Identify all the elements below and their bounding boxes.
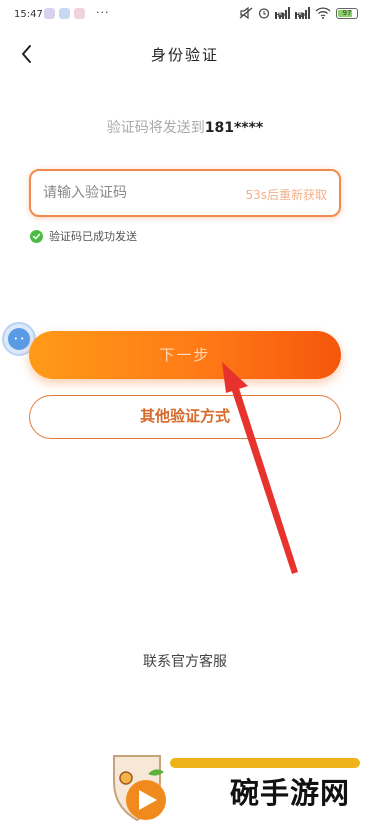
app-notification-icon [59,8,70,19]
send-to-text: 验证码将发送到181**** [0,117,370,137]
signal-icon: HD [295,7,310,19]
page-title: 身份验证 [150,46,219,64]
status-bar: 15:47 ··· HD HD 97 [0,0,370,30]
verification-code-field[interactable]: 53s后重新获取 [29,169,341,217]
contact-support-link[interactable]: 联系官方客服 [0,651,370,671]
app-notification-icon [44,8,55,19]
watermark-site-name: 碗手游网 [230,776,351,810]
other-verification-button[interactable]: 其他验证方式 [29,395,341,439]
masked-phone: 181**** [204,120,264,136]
assistant-face-icon: • • [8,328,30,350]
verification-code-input[interactable] [43,171,223,215]
send-success-message: 验证码已成功发送 [30,228,137,244]
status-time: 15:47 [14,9,43,20]
resend-countdown: 53s后重新获取 [245,188,327,202]
watermark-logo-icon [113,755,166,822]
watermark-banner [170,758,360,768]
send-prefix: 验证码将发送到 [106,120,205,136]
signal-icon: HD [275,7,290,19]
alarm-icon [258,8,270,19]
check-icon [30,229,43,243]
next-button[interactable]: 下一步 [29,331,341,379]
battery-percent: 97 [342,8,352,17]
success-text: 验证码已成功发送 [49,230,137,243]
app-notification-icon [74,8,85,19]
notification-icons [44,8,85,19]
mute-icon [239,7,253,19]
more-notifications-icon: ··· [96,6,110,19]
wifi-icon [315,7,331,19]
system-icons: HD HD 97 [239,7,358,19]
battery-icon: 97 [336,7,358,19]
